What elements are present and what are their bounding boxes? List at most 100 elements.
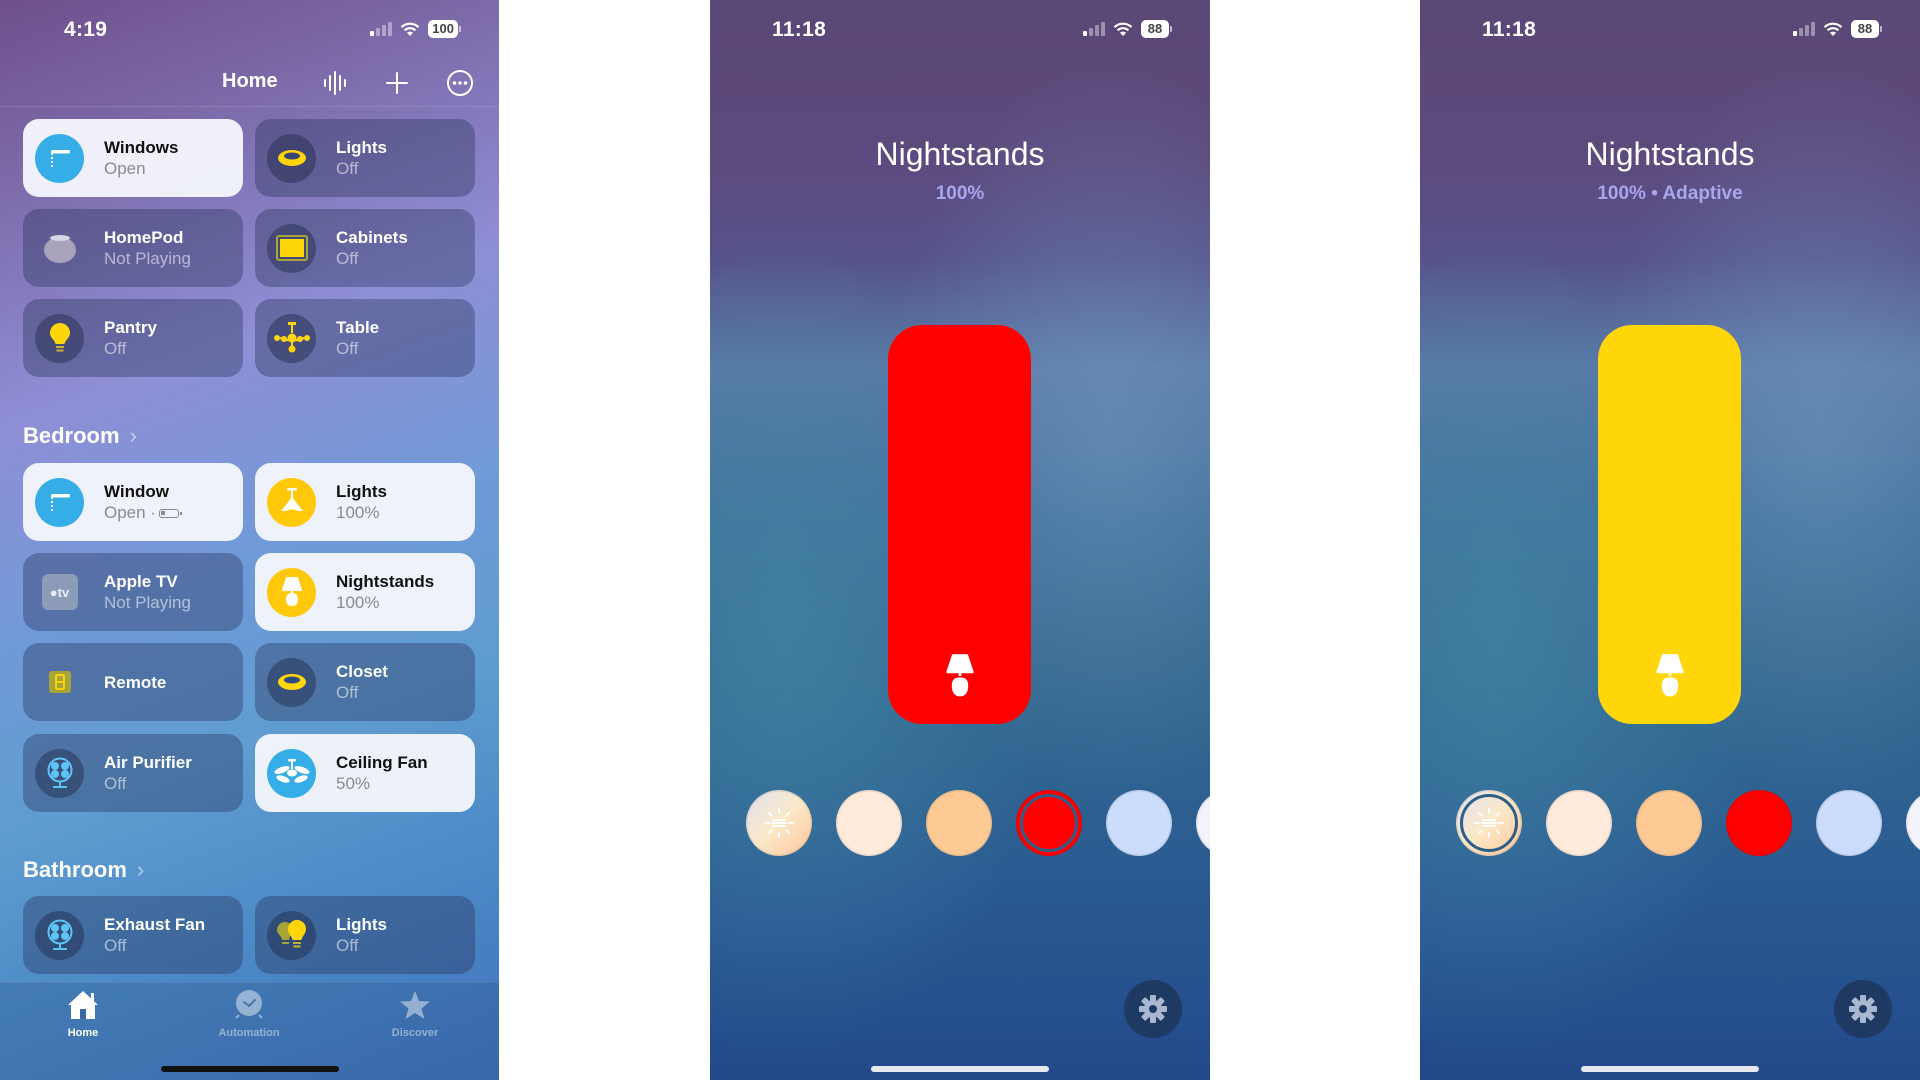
tile-state: Open · bbox=[104, 503, 156, 522]
table-lamp-icon bbox=[945, 654, 974, 697]
tile-bedroom-lights[interactable]: Lights 100% bbox=[255, 463, 475, 541]
tile-name: Cabinets bbox=[336, 228, 408, 247]
add-button[interactable] bbox=[380, 66, 414, 100]
tile-state: Off bbox=[336, 339, 359, 358]
gear-icon bbox=[1139, 995, 1167, 1023]
cellular-signal-icon bbox=[1793, 22, 1815, 36]
color-swatch-white[interactable] bbox=[1196, 790, 1210, 856]
color-swatch-cool-blue[interactable] bbox=[1816, 790, 1882, 856]
adaptive-sun-icon bbox=[746, 790, 812, 856]
tile-name: Window bbox=[104, 482, 169, 501]
ceiling-light-icon bbox=[267, 133, 316, 183]
tile-state: Off bbox=[104, 339, 127, 358]
tile-closet[interactable]: Closet Off bbox=[255, 643, 475, 721]
tab-home[interactable]: Home bbox=[23, 989, 143, 1039]
section-title: Bathroom bbox=[23, 857, 127, 882]
section-bedroom[interactable]: Bedroom › bbox=[23, 423, 137, 449]
wifi-icon bbox=[1823, 22, 1843, 36]
color-swatch-warm-white[interactable] bbox=[1546, 790, 1612, 856]
settings-button[interactable] bbox=[1834, 980, 1892, 1038]
tile-homepod[interactable]: HomePod Not Playing bbox=[23, 209, 243, 287]
home-indicator[interactable] bbox=[1581, 1066, 1759, 1072]
color-swatch-adaptive[interactable] bbox=[1456, 790, 1522, 856]
tab-label: Discover bbox=[391, 1027, 439, 1039]
wifi-icon bbox=[401, 22, 420, 36]
star-icon bbox=[400, 991, 430, 1019]
lightbulb-icon bbox=[35, 313, 84, 363]
window-shade-icon bbox=[35, 477, 84, 527]
tile-pantry[interactable]: Pantry Off bbox=[23, 299, 243, 377]
tile-state: Off bbox=[336, 249, 359, 268]
section-title: Bedroom bbox=[23, 423, 120, 448]
color-swatch-white[interactable] bbox=[1906, 790, 1920, 856]
light-detail-screen-adaptive: 11:18 88 Nightstands 100% • Adaptive bbox=[1420, 0, 1920, 1080]
tile-name: HomePod bbox=[104, 228, 184, 247]
chevron-right-icon: › bbox=[129, 423, 137, 448]
status-time: 4:19 bbox=[64, 18, 108, 41]
tile-state: Off bbox=[336, 683, 359, 702]
tile-cabinets[interactable]: Cabinets Off bbox=[255, 209, 475, 287]
tile-air-purifier[interactable]: Air Purifier Off bbox=[23, 734, 243, 812]
color-swatch-cool-blue[interactable] bbox=[1106, 790, 1172, 856]
more-button[interactable] bbox=[443, 66, 477, 100]
color-swatch-red[interactable] bbox=[1016, 790, 1082, 856]
tile-name: Pantry bbox=[104, 318, 157, 337]
nav-header: Home bbox=[0, 62, 499, 106]
tile-nightstands[interactable]: Nightstands 100% bbox=[255, 553, 475, 631]
cellular-signal-icon bbox=[370, 22, 393, 36]
pendant-lamp-icon bbox=[267, 477, 316, 527]
tab-bar: Home Automation Discover bbox=[0, 982, 499, 1080]
tab-automation[interactable]: Automation bbox=[189, 989, 309, 1039]
battery-icon: 100 bbox=[428, 20, 461, 38]
tile-state: 50% bbox=[336, 774, 371, 793]
color-swatch-peach[interactable] bbox=[1636, 790, 1702, 856]
color-swatch-adaptive[interactable] bbox=[746, 790, 812, 856]
tile-window[interactable]: Window Open · bbox=[23, 463, 243, 541]
status-bar: 11:18 88 bbox=[1420, 0, 1920, 60]
tile-name: Windows bbox=[104, 138, 179, 157]
settings-button[interactable] bbox=[1124, 980, 1182, 1038]
fan-icon bbox=[35, 748, 84, 798]
tile-name: Exhaust Fan bbox=[104, 915, 206, 934]
gear-icon bbox=[1849, 995, 1877, 1023]
tile-name: Apple TV bbox=[104, 572, 178, 591]
light-detail-screen-red: 11:18 88 Nightstands 100% bbox=[710, 0, 1210, 1080]
ceiling-light-icon bbox=[267, 657, 316, 707]
apple-tv-icon: ●tv bbox=[35, 568, 84, 617]
brightness-slider[interactable] bbox=[888, 325, 1031, 724]
low-battery-icon bbox=[158, 509, 182, 519]
tile-lights[interactable]: Lights Off bbox=[255, 119, 475, 197]
homepod-icon bbox=[35, 224, 84, 273]
accessory-status: 100% bbox=[935, 183, 985, 204]
wifi-icon bbox=[1113, 22, 1133, 36]
section-bathroom[interactable]: Bathroom › bbox=[23, 857, 144, 883]
home-indicator[interactable] bbox=[160, 1066, 339, 1072]
home-indicator[interactable] bbox=[871, 1066, 1049, 1072]
color-swatch-red[interactable] bbox=[1726, 790, 1792, 856]
tile-name: Nightstands bbox=[336, 572, 435, 591]
tile-apple-tv[interactable]: ●tv Apple TV Not Playing bbox=[23, 553, 243, 631]
tile-name: Closet bbox=[336, 662, 388, 681]
adaptive-sun-icon bbox=[1456, 790, 1522, 856]
table-lamp-icon bbox=[1655, 654, 1684, 697]
ceiling-fan-icon bbox=[267, 748, 316, 798]
brightness-slider[interactable] bbox=[1598, 325, 1741, 724]
accessory-title: Nightstands bbox=[1585, 136, 1755, 172]
color-swatch-peach[interactable] bbox=[926, 790, 992, 856]
tile-name: Ceiling Fan bbox=[336, 753, 428, 772]
tile-ceiling-fan[interactable]: Ceiling Fan 50% bbox=[255, 734, 475, 812]
tile-table[interactable]: Table Off bbox=[255, 299, 475, 377]
tile-remote[interactable]: Remote bbox=[23, 643, 243, 721]
tab-label: Home bbox=[67, 1027, 99, 1039]
battery-level: 88 bbox=[1851, 20, 1879, 38]
intercom-button[interactable] bbox=[318, 66, 352, 100]
home-title: Home bbox=[222, 70, 278, 92]
tile-exhaust-fan[interactable]: Exhaust Fan Off bbox=[23, 896, 243, 974]
tab-discover[interactable]: Discover bbox=[355, 989, 475, 1039]
cellular-signal-icon bbox=[1083, 22, 1105, 36]
tile-bathroom-lights[interactable]: Lights Off bbox=[255, 896, 475, 974]
battery-icon: 88 bbox=[1141, 20, 1172, 38]
clock-icon bbox=[235, 990, 263, 1019]
tile-windows[interactable]: Windows Open bbox=[23, 119, 243, 197]
color-swatch-warm-white[interactable] bbox=[836, 790, 902, 856]
